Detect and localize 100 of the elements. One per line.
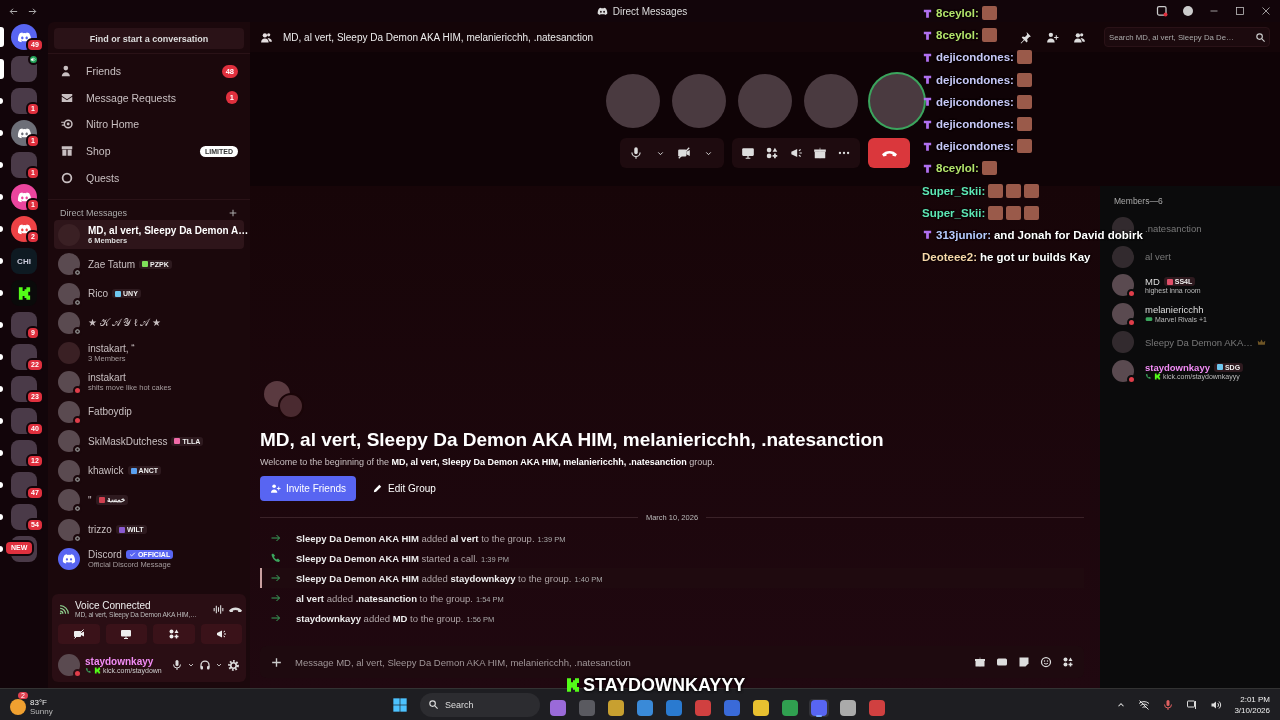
- member-name[interactable]: Sleepy Da Demon AKA…: [1145, 336, 1253, 348]
- emoji-icon[interactable]: [1040, 656, 1052, 668]
- inbox-icon[interactable]: [1156, 5, 1168, 17]
- system-message: Sleepy Da Demon AKA HIM added staydownkayy to the group.: [296, 572, 572, 584]
- server-icon[interactable]: [11, 280, 37, 306]
- gift-icon[interactable]: [974, 656, 986, 668]
- member-name[interactable]: staydownkayy: [1145, 361, 1210, 373]
- participant-avatar[interactable]: [870, 74, 924, 128]
- dm-name: SkiMaskDutchess: [88, 435, 168, 447]
- arrow-right-icon: [270, 532, 282, 544]
- headphones-icon[interactable]: [199, 659, 211, 671]
- taskbar-app[interactable]: [548, 698, 568, 717]
- nav-item[interactable]: Quests: [54, 164, 244, 191]
- server-icon[interactable]: [11, 184, 37, 210]
- dm-name: ": [88, 494, 92, 506]
- system-message: al vert added .natesanction to the group.: [296, 592, 473, 604]
- dm-item[interactable]: Fatboydip: [54, 396, 244, 427]
- screen-share-icon: [120, 628, 133, 640]
- apps-icon[interactable]: [1062, 656, 1074, 668]
- waveform-icon[interactable]: [212, 602, 225, 616]
- message-input[interactable]: Message MD, al vert, Sleepy Da Demon AKA HIM, melaniericchh, .natesanction: [293, 650, 964, 674]
- invite-friends-button[interactable]: Invite Friends: [260, 476, 357, 501]
- close-icon[interactable]: [1260, 5, 1272, 17]
- section-heading: Direct Messages: [60, 207, 128, 218]
- activities-icon: [765, 146, 779, 160]
- sticker-icon[interactable]: [1018, 656, 1030, 668]
- taskbar-app[interactable]: [780, 698, 800, 717]
- edit-group-button[interactable]: Edit Group: [362, 476, 446, 501]
- system-message: Sleepy Da Demon AKA HIM added al vert to the group.: [296, 532, 535, 544]
- server-icon[interactable]: [11, 376, 37, 402]
- phone-icon: [1145, 372, 1152, 380]
- microphone-icon[interactable]: [171, 659, 183, 671]
- camera-off-button[interactable]: [58, 624, 100, 644]
- dm-name: Fatboydip: [88, 406, 132, 418]
- plus-icon[interactable]: [228, 207, 238, 218]
- server-icon[interactable]: [11, 440, 37, 466]
- members-icon[interactable]: [1073, 30, 1086, 44]
- taskbar-app[interactable]: [635, 698, 655, 717]
- nav-label: Nitro Home: [86, 118, 141, 131]
- server-icon[interactable]: [11, 24, 37, 50]
- member-name[interactable]: melaniericchh: [1145, 304, 1204, 316]
- dm-name: Rico: [88, 288, 108, 300]
- window-title: Direct Messages: [612, 5, 688, 17]
- server-icon[interactable]: [11, 216, 37, 242]
- network-off-icon[interactable]: [1138, 698, 1151, 711]
- welcome-text: Welcome to the beginning of the MD, al vert, Sleepy Da Demon AKA HIM, melaniericchh, .natesanction group.: [260, 457, 716, 467]
- nav-label: Friends: [86, 65, 122, 78]
- gif-icon[interactable]: [996, 656, 1008, 668]
- clock-date[interactable]: 3/10/2026: [1234, 704, 1270, 716]
- activities-button[interactable]: [153, 624, 195, 644]
- taskbar-app[interactable]: [751, 698, 771, 717]
- clock-time[interactable]: 2:01 PM: [1240, 693, 1270, 705]
- taskbar-app[interactable]: [809, 698, 829, 717]
- nav-label: Message Requests: [86, 91, 177, 104]
- settings-icon[interactable]: [227, 658, 240, 672]
- dm-item[interactable]: ★ 𝒦 𝒜 𝒴 ℓ 𝒜 ★: [54, 308, 244, 338]
- signal-icon: [58, 602, 71, 616]
- soundboard-button[interactable]: [200, 624, 242, 644]
- chat-username: 313junior:: [936, 228, 991, 241]
- server-icon[interactable]: [11, 312, 37, 338]
- server-icon[interactable]: [11, 344, 37, 370]
- dm-name: instakart: [88, 372, 126, 384]
- system-message: staydownkayy added MD to the group.: [296, 612, 464, 624]
- hang-up-button[interactable]: [868, 138, 910, 168]
- server-icon[interactable]: [11, 120, 37, 146]
- back-arrow-icon[interactable]: [8, 5, 19, 17]
- taskbar-app[interactable]: [606, 698, 626, 717]
- chevron-down-icon[interactable]: [187, 661, 195, 669]
- member-name[interactable]: MD: [1145, 276, 1160, 288]
- member-name[interactable]: al vert: [1145, 251, 1171, 263]
- pin-icon[interactable]: [1019, 30, 1032, 44]
- nav-item[interactable]: Nitro Home: [54, 111, 244, 138]
- search-icon: [428, 699, 439, 710]
- maximize-icon[interactable]: [1234, 5, 1246, 17]
- server-icon[interactable]: CHI: [11, 248, 37, 274]
- chevron-down-icon[interactable]: [215, 661, 223, 669]
- server-icon[interactable]: [11, 56, 37, 82]
- member-name[interactable]: .natesanction: [1145, 222, 1202, 234]
- plus-icon[interactable]: [270, 655, 283, 669]
- taskbar-search[interactable]: Search: [420, 692, 540, 717]
- monitor-icon[interactable]: [1186, 698, 1199, 711]
- taskbar-app[interactable]: [838, 698, 858, 717]
- shop-icon: [60, 144, 74, 159]
- search-button[interactable]: Find or start a conversation: [54, 28, 244, 49]
- k-logo-icon: [1154, 372, 1161, 380]
- group-icon: [260, 30, 273, 44]
- gift-icon: [813, 146, 827, 160]
- forward-arrow-icon[interactable]: [27, 5, 38, 17]
- help-icon[interactable]: [1182, 5, 1194, 17]
- chat-username: Deoteee2:: [922, 251, 977, 264]
- hang-up-icon[interactable]: [229, 605, 242, 613]
- weather-icon[interactable]: [10, 698, 26, 715]
- screen-share-button[interactable]: [105, 624, 147, 644]
- search-icon: [1255, 31, 1266, 43]
- add-member-icon[interactable]: [1046, 30, 1059, 44]
- volume-icon[interactable]: [1210, 698, 1223, 711]
- dm-name: khawick: [88, 465, 124, 477]
- hang-up-icon: [881, 149, 897, 157]
- chat-username: Super_Skii:: [922, 206, 986, 219]
- dm-name: Discord: [88, 549, 122, 561]
